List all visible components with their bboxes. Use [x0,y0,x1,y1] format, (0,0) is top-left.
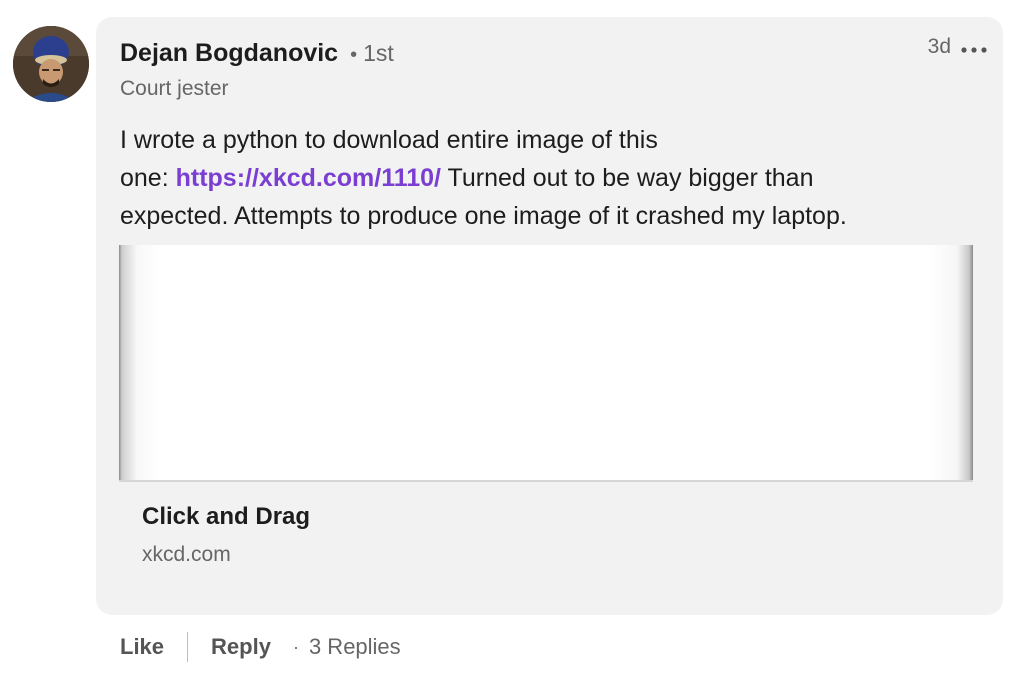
degree-separator: • [350,44,358,66]
author-name[interactable]: Dejan Bogdanovic [120,39,338,68]
replies-count-link[interactable]: 3 Replies [309,634,401,660]
avatar[interactable] [13,26,89,102]
reply-button[interactable]: Reply [211,634,271,660]
comment-link[interactable]: https://xkcd.com/1110/ [176,164,441,192]
comment-bubble: Dejan Bogdanovic • 1st Court jester 3d I… [96,17,1003,615]
action-dot-separator: · [292,636,299,657]
link-preview-title[interactable]: Click and Drag [142,503,310,531]
link-preview-card[interactable]: Click and Drag xkcd.com [119,245,973,585]
author-headline: Court jester [120,77,229,100]
timestamp: 3d [927,35,951,58]
profile-photo [13,26,89,102]
link-preview-domain: xkcd.com [142,543,231,566]
comment-line-2-suffix: Turned out to be way bigger than [441,164,814,192]
connection-degree: 1st [363,40,394,66]
author-row: Dejan Bogdanovic • 1st [120,39,394,68]
comment-line-1: I wrote a python to download entire imag… [120,126,658,154]
action-divider [187,632,189,662]
comment-thread: Dejan Bogdanovic • 1st Court jester 3d I… [0,0,1024,685]
more-horizontal-icon [961,47,987,53]
link-preview-image[interactable] [119,245,973,482]
comment-line-3: expected. Attempts to produce one image … [120,202,847,230]
comment-line-2-prefix: one: [120,164,176,192]
comment-actions: Like Reply · 3 Replies [120,632,401,662]
more-options-button[interactable] [959,43,989,57]
comment-text: I wrote a python to download entire imag… [120,121,950,235]
comment-line-2: one: https://xkcd.com/1110/ Turned out t… [120,159,950,197]
like-button[interactable]: Like [120,634,164,660]
